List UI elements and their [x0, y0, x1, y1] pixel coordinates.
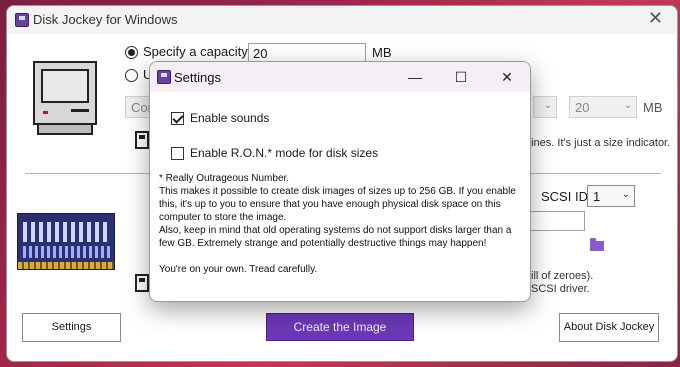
folder-icon[interactable]: [590, 238, 604, 251]
size-select-value: 20: [575, 100, 590, 115]
closing-line: You're on your own. Tread carefully.: [159, 264, 318, 275]
chevron-down-icon: ⌄: [623, 100, 632, 111]
capacity-input[interactable]: 20: [248, 43, 366, 63]
close-button[interactable]: ✕: [648, 8, 663, 29]
footnote-line: this, it's up to you to ensure that you …: [159, 199, 501, 210]
settings-title: Settings: [174, 70, 221, 85]
small-mac-icon: [135, 131, 149, 149]
dialog-close-button[interactable]: ✕: [484, 62, 530, 92]
scsi-id-label: SCSI ID:: [541, 189, 592, 204]
enable-ron-label: Enable R.O.N.* mode for disk sizes: [190, 146, 379, 160]
size-unit-label: MB: [643, 100, 663, 115]
main-titlebar: Disk Jockey for Windows ✕: [7, 6, 677, 34]
specify-capacity-radio[interactable]: [125, 46, 138, 59]
minimize-button[interactable]: —: [392, 62, 438, 92]
settings-dialog: Settings — ☐ ✕ Enable sounds Enable R.O.…: [149, 61, 531, 302]
scsi-card-icon: [17, 213, 115, 270]
enable-ron-checkbox[interactable]: [171, 147, 184, 160]
zeroes-hint: ill of zeroes).: [531, 270, 594, 282]
specify-capacity-label: Specify a capacity:: [143, 44, 252, 59]
size-indicator-hint: aines. It's just a size indicator.: [525, 137, 671, 149]
use-preset-radio[interactable]: [125, 69, 138, 82]
footnote-line: Also, keep in mind that old operating sy…: [159, 225, 512, 236]
settings-button[interactable]: Settings: [22, 313, 121, 342]
app-icon: [157, 70, 171, 84]
create-image-button[interactable]: Create the Image: [266, 313, 414, 341]
footnote-line: computer to store the image.: [159, 212, 287, 223]
scsi-id-select[interactable]: 1 ⌄: [587, 185, 635, 207]
footnote-line: few GB. Extremely strange and potentiall…: [159, 238, 487, 249]
footnote-line: This makes it possible to create disk im…: [159, 186, 516, 197]
about-button[interactable]: About Disk Jockey: [559, 313, 659, 342]
classic-mac-icon: [33, 61, 97, 141]
app-icon: [15, 13, 29, 27]
chevron-down-icon: ⌄: [543, 100, 552, 111]
maximize-button[interactable]: ☐: [438, 62, 484, 92]
window-title: Disk Jockey for Windows: [33, 12, 178, 27]
driver-hint: SCSI driver.: [531, 283, 590, 295]
settings-titlebar: Settings — ☐ ✕: [150, 62, 530, 92]
enable-sounds-label: Enable sounds: [190, 111, 270, 125]
scsi-id-value: 1: [593, 189, 601, 204]
preset-select-dropdown[interactable]: ⌄: [533, 96, 557, 118]
image-path-input[interactable]: [527, 211, 585, 231]
enable-sounds-checkbox[interactable]: [171, 112, 184, 125]
chevron-down-icon: ⌄: [621, 189, 630, 200]
small-disk-icon: [135, 274, 149, 292]
size-select[interactable]: 20 ⌄: [569, 96, 637, 118]
footnote-line: * Really Outrageous Number.: [159, 173, 290, 184]
capacity-unit-label: MB: [372, 45, 392, 60]
